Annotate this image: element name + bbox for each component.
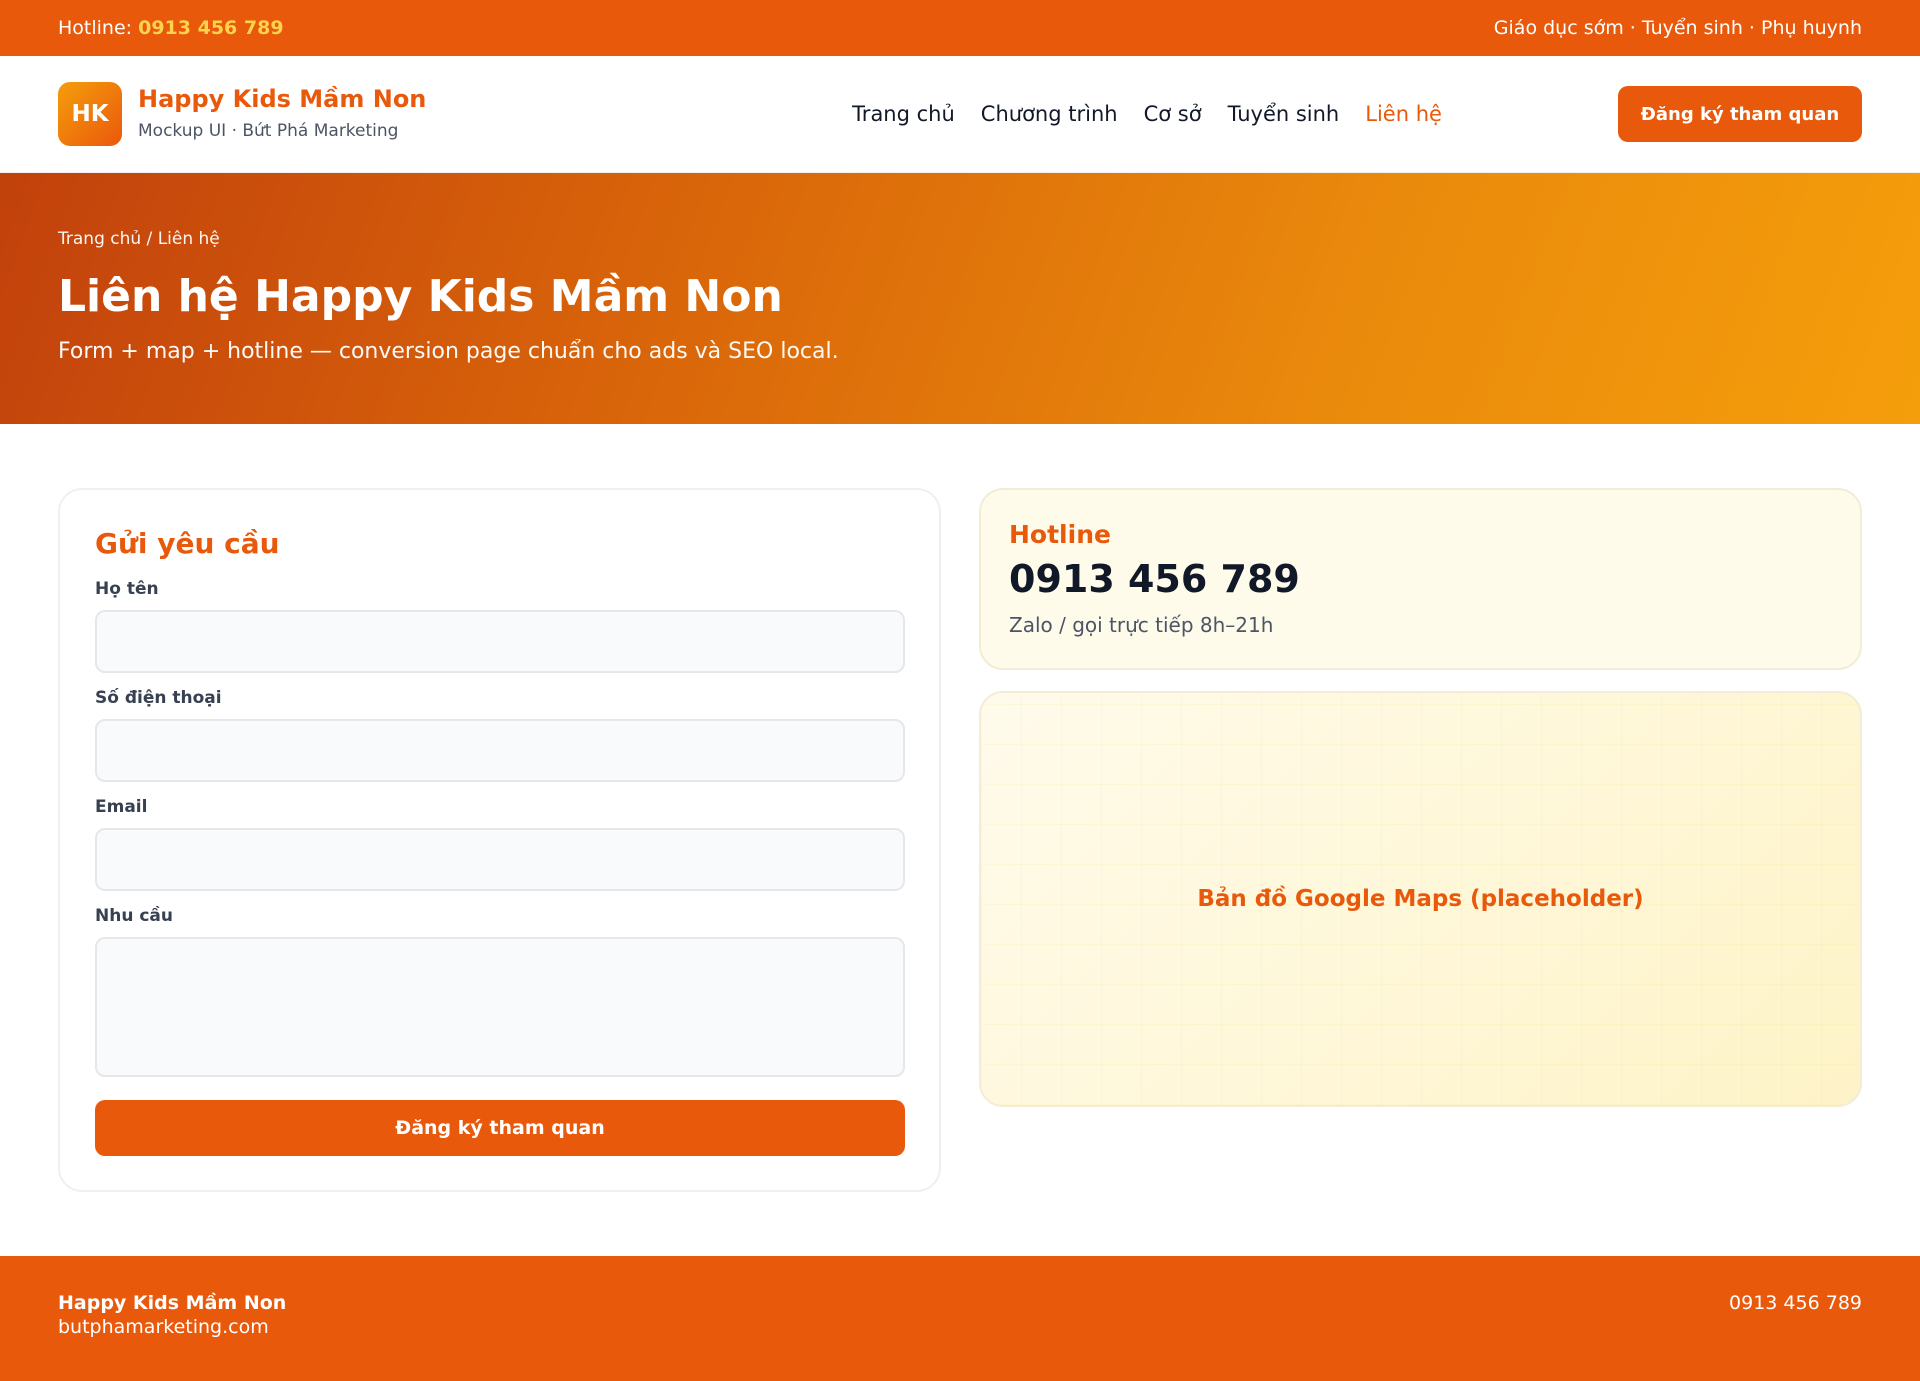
submit-register-button[interactable]: Đăng ký tham quan — [95, 1100, 905, 1156]
email-input[interactable] — [95, 828, 905, 891]
map-placeholder[interactable]: Bản đồ Google Maps (placeholder) — [979, 691, 1862, 1107]
brand-subtitle: Mockup UI · Bứt Phá Marketing — [138, 121, 399, 141]
field-fullname: Họ tên — [95, 578, 905, 673]
site-footer: Happy Kids Mầm Non butphamarketing.com 0… — [0, 1256, 1920, 1381]
breadcrumb[interactable]: Trang chủ / Liên hệ — [58, 229, 1862, 249]
map-placeholder-text: Bản đồ Google Maps (placeholder) — [1197, 886, 1644, 912]
topbar-hotline: Hotline: 0913 456 789 — [58, 17, 284, 39]
field-email: Email — [95, 796, 905, 891]
topbar-hotline-label: Hotline: — [58, 17, 133, 39]
field-needs: Nhu cầu — [95, 905, 905, 1081]
contact-form-card: Gửi yêu cầu Họ tên Số điện thoại Email N… — [58, 488, 941, 1192]
hotline-card: Hotline 0913 456 789 Zalo / gọi trực tiế… — [979, 488, 1862, 670]
fullname-input[interactable] — [95, 610, 905, 673]
email-label: Email — [95, 797, 148, 817]
hero-lead: Form + map + hotline — conversion page c… — [58, 339, 839, 364]
page-title: Liên hệ Happy Kids Mầm Non — [58, 271, 783, 322]
fullname-label: Họ tên — [95, 579, 159, 599]
register-visit-button[interactable]: Đăng ký tham quan — [1618, 86, 1862, 142]
topbar-hotline-number[interactable]: 0913 456 789 — [138, 17, 283, 39]
nav-item-home[interactable]: Trang chủ — [839, 102, 968, 126]
hotline-label: Hotline — [1009, 520, 1111, 549]
needs-label: Nhu cầu — [95, 906, 174, 926]
hero-banner: Trang chủ / Liên hệ Liên hệ Happy Kids M… — [0, 173, 1920, 424]
hotline-number[interactable]: 0913 456 789 — [1009, 557, 1832, 601]
phone-label: Số điện thoại — [95, 688, 222, 708]
nav-item-admissions[interactable]: Tuyển sinh — [1215, 102, 1353, 126]
site-header: HK Happy Kids Mầm Non Mockup UI · Bứt Ph… — [0, 56, 1920, 173]
brand[interactable]: HK Happy Kids Mầm Non Mockup UI · Bứt Ph… — [58, 82, 598, 146]
needs-textarea[interactable] — [95, 937, 905, 1077]
logo[interactable]: HK — [58, 82, 122, 146]
field-phone: Số điện thoại — [95, 687, 905, 782]
brand-text: Happy Kids Mầm Non Mockup UI · Bứt Phá M… — [138, 84, 426, 144]
topbar-tagline: Giáo dục sớm · Tuyển sinh · Phụ huynh — [1493, 17, 1862, 39]
nav-item-facilities[interactable]: Cơ sở — [1131, 102, 1215, 126]
footer-phone[interactable]: 0913 456 789 — [1729, 1292, 1862, 1345]
hotline-note: Zalo / gọi trực tiếp 8h–21h — [1009, 613, 1274, 637]
phone-input[interactable] — [95, 719, 905, 782]
footer-brand: Happy Kids Mầm Non butphamarketing.com — [58, 1292, 286, 1345]
main-nav: Trang chủ Chương trình Cơ sở Tuyển sinh … — [676, 102, 1618, 126]
footer-brand-name: Happy Kids Mầm Non — [58, 1292, 287, 1314]
brand-name: Happy Kids Mầm Non — [138, 85, 427, 113]
top-bar: Hotline: 0913 456 789 Giáo dục sớm · Tuy… — [0, 0, 1920, 56]
form-title: Gửi yêu cầu — [95, 527, 280, 560]
footer-site-link[interactable]: butphamarketing.com — [58, 1316, 286, 1338]
nav-item-programs[interactable]: Chương trình — [968, 102, 1131, 126]
nav-item-contact[interactable]: Liên hệ — [1352, 102, 1455, 126]
